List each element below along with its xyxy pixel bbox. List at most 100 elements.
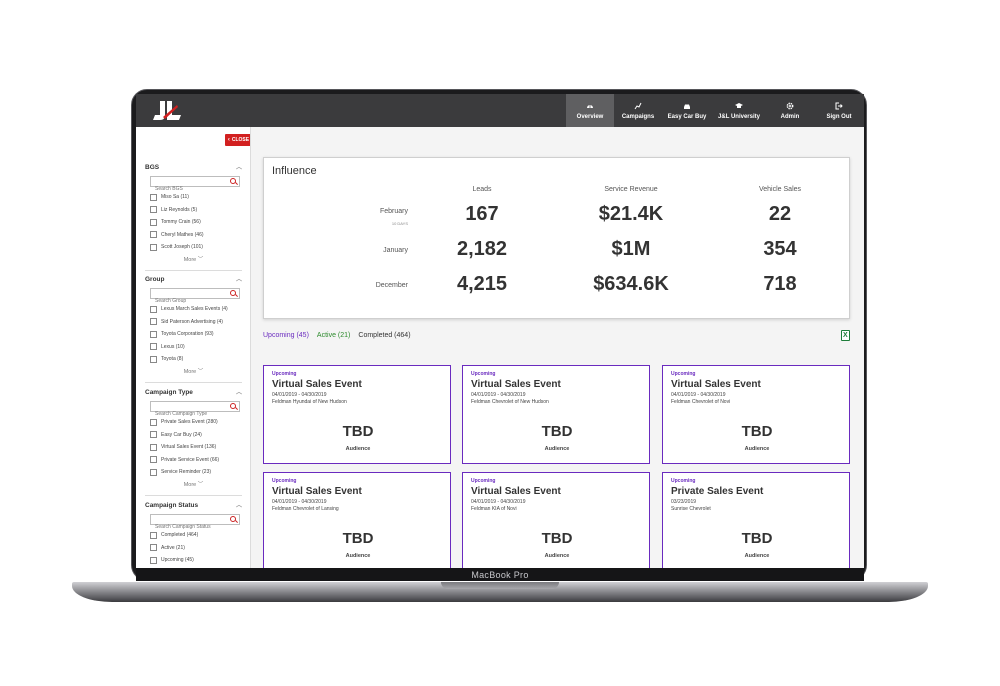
- filter-option-label: Private Sales Event (280): [161, 419, 218, 426]
- filter-option[interactable]: Sid Paterson Advertising (4): [150, 316, 242, 329]
- checkbox[interactable]: [150, 531, 157, 539]
- chevron-up-icon[interactable]: ︿: [236, 501, 242, 511]
- search-icon[interactable]: [230, 178, 236, 184]
- filter-option[interactable]: Service Reminder (23): [150, 466, 242, 479]
- search-campaign-type-field: [150, 401, 240, 419]
- row-label-february: February: [379, 208, 408, 215]
- nav-jl-university[interactable]: J&L University: [712, 94, 766, 127]
- checkbox[interactable]: [150, 343, 157, 351]
- campaign-dates: 04/01/2019 - 04/30/2019: [671, 392, 726, 398]
- search-group-input[interactable]: [151, 296, 227, 306]
- nav-sign-out[interactable]: Sign Out: [814, 94, 864, 127]
- filter-option[interactable]: Upcoming (45): [150, 554, 242, 567]
- filter-section-group: Group ︿ Lexus March Sales Events (4) Sid…: [145, 275, 242, 375]
- filter-option-label: Completed (464): [161, 532, 199, 539]
- search-icon[interactable]: [230, 403, 236, 409]
- campaign-card[interactable]: Upcoming Virtual Sales Event 04/01/2019 …: [462, 365, 650, 464]
- nav-campaigns[interactable]: Campaigns: [614, 94, 662, 127]
- jl-logo-icon[interactable]: [152, 100, 182, 122]
- chevron-up-icon[interactable]: ︿: [236, 388, 242, 398]
- filter-option-label: Service Reminder (23): [161, 469, 212, 476]
- checkbox[interactable]: [150, 355, 157, 363]
- campaign-card[interactable]: Upcoming Virtual Sales Event 04/01/2019 …: [263, 365, 451, 464]
- tab-upcoming[interactable]: Upcoming (45): [263, 332, 309, 339]
- filter-option[interactable]: Cheryl Mathes (46): [150, 229, 242, 242]
- search-bgs-input[interactable]: [151, 184, 227, 194]
- search-campaign-status-input[interactable]: [151, 522, 227, 532]
- search-icon[interactable]: [230, 290, 236, 296]
- campaign-audience-value: TBD: [342, 423, 374, 440]
- checkbox[interactable]: [150, 305, 157, 313]
- row-label-december: December: [375, 282, 408, 289]
- checkbox[interactable]: [150, 431, 157, 439]
- filter-option[interactable]: Easy Car Buy (24): [150, 429, 242, 442]
- excel-export-icon[interactable]: [841, 330, 850, 341]
- more-link[interactable]: More ﹀: [145, 255, 242, 263]
- search-campaign-type-input[interactable]: [151, 409, 227, 419]
- filter-option-label: Toyota Corporation (93): [161, 331, 214, 338]
- checkbox[interactable]: [150, 468, 157, 476]
- checkbox[interactable]: [150, 218, 157, 226]
- sign-out-icon: [835, 102, 843, 109]
- metric-value: 167: [465, 203, 499, 225]
- search-bgs-field: [150, 176, 240, 194]
- close-sidebar-button[interactable]: ‹ CLOSE: [225, 134, 250, 146]
- campaign-title: Virtual Sales Event: [671, 379, 761, 390]
- checkbox[interactable]: [150, 544, 157, 552]
- campaign-status: Upcoming: [471, 478, 496, 484]
- checkbox[interactable]: [150, 556, 157, 564]
- campaign-title: Virtual Sales Event: [272, 379, 362, 390]
- more-label: More: [183, 481, 197, 488]
- more-link[interactable]: More ﹀: [145, 367, 242, 375]
- checkbox[interactable]: [150, 193, 157, 201]
- campaign-card[interactable]: Upcoming Virtual Sales Event 04/01/2019 …: [662, 365, 850, 464]
- checkbox[interactable]: [150, 243, 157, 251]
- campaign-audience-label: Audience: [345, 553, 371, 559]
- chevron-up-icon[interactable]: ︿: [236, 163, 242, 173]
- campaign-dates: 04/01/2019 - 04/30/2019: [272, 499, 327, 505]
- filter-option[interactable]: Active (21): [150, 542, 242, 555]
- tab-active[interactable]: Active (21): [317, 332, 350, 339]
- campaign-dealer: Feldman Chevrolet of New Hudson: [471, 399, 549, 405]
- car-icon: [684, 104, 690, 109]
- more-link[interactable]: More ﹀: [145, 480, 242, 488]
- filter-option[interactable]: Toyota Corporation (93): [150, 328, 242, 341]
- filter-option-label: Lexus March Sales Events (4): [161, 306, 228, 313]
- filter-option[interactable]: Lexus (10): [150, 341, 242, 354]
- campaign-audience-label: Audience: [544, 446, 570, 452]
- checkbox[interactable]: [150, 330, 157, 338]
- checkbox[interactable]: [150, 206, 157, 214]
- filter-option[interactable]: Private Service Event (66): [150, 454, 242, 467]
- filter-option-label: Active (21): [161, 544, 185, 551]
- column-header-service-revenue: Service Revenue: [604, 186, 658, 193]
- campaign-card[interactable]: Upcoming Virtual Sales Event 04/01/2019 …: [462, 472, 650, 568]
- filter-option[interactable]: Toyota (8): [150, 353, 242, 366]
- filter-option[interactable]: Liz Reynolds (5): [150, 204, 242, 217]
- campaign-card[interactable]: Upcoming Virtual Sales Event 04/01/2019 …: [263, 472, 451, 568]
- section-divider: [145, 495, 242, 496]
- campaign-card[interactable]: Upcoming Private Sales Event 03/23/2019 …: [662, 472, 850, 568]
- metric-value: $21.4K: [598, 203, 664, 225]
- filter-option[interactable]: Tommy Crain (56): [150, 216, 242, 229]
- checkbox[interactable]: [150, 318, 157, 326]
- checkbox[interactable]: [150, 231, 157, 239]
- checkbox[interactable]: [150, 443, 157, 451]
- filter-option[interactable]: Scott Joseph (101): [150, 241, 242, 254]
- campaign-audience-label: Audience: [544, 553, 570, 559]
- chevron-left-icon: ‹: [227, 137, 230, 143]
- nav-easy-car-buy[interactable]: Easy Car Buy: [662, 94, 712, 127]
- filter-option[interactable]: Virtual Sales Event (136): [150, 441, 242, 454]
- chevron-up-icon[interactable]: ︿: [236, 275, 242, 285]
- campaign-audience-value: TBD: [541, 423, 573, 440]
- nav-admin-label: Admin: [780, 113, 800, 120]
- nav-overview[interactable]: Overview: [566, 94, 614, 127]
- checkbox[interactable]: [150, 418, 157, 426]
- campaign-status: Upcoming: [272, 478, 297, 484]
- tab-completed[interactable]: Completed (464): [358, 332, 410, 339]
- checkbox[interactable]: [150, 456, 157, 464]
- campaign-title: Private Sales Event: [671, 486, 764, 497]
- nav-admin[interactable]: Admin: [766, 94, 814, 127]
- search-icon[interactable]: [230, 516, 236, 522]
- filter-option-label: Private Service Event (66): [161, 456, 220, 463]
- campaign-dealer: Sunrise Chevrolet: [671, 506, 711, 512]
